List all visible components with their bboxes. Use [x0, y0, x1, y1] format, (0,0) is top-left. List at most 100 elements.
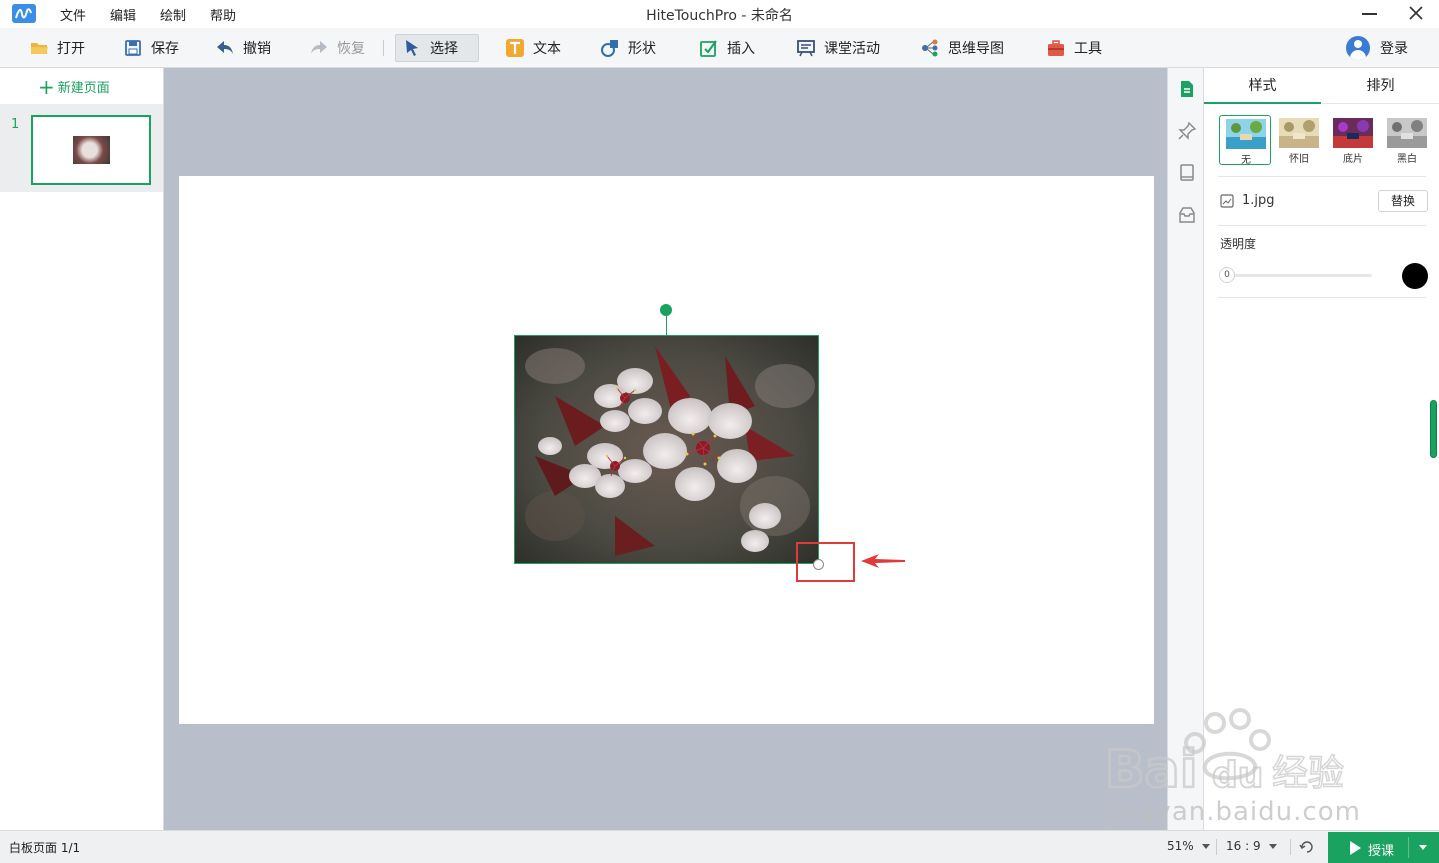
panel-divider: [1218, 297, 1426, 298]
chevron-down-icon[interactable]: [1419, 845, 1427, 850]
filter-negative-label: 底片: [1343, 154, 1363, 165]
menu-draw[interactable]: 绘制: [160, 5, 186, 24]
page-panel: + 新建页面 1: [0, 68, 164, 830]
opacity-slider-knob[interactable]: 0: [1219, 267, 1235, 283]
insert-label: 插入: [727, 41, 755, 57]
insert-button[interactable]: 插入: [692, 34, 762, 62]
save-icon: [123, 38, 143, 58]
chevron-down-icon: [1201, 844, 1210, 849]
select-button[interactable]: 选择: [395, 34, 479, 62]
image-file-row: 1.jpg 替换: [1218, 188, 1428, 214]
undo-button[interactable]: 撤销: [208, 34, 278, 62]
status-divider: [1290, 839, 1291, 855]
rotate-handle[interactable]: [660, 304, 672, 316]
minimize-button[interactable]: [1358, 2, 1382, 24]
start-teaching-button[interactable]: 授课: [1328, 832, 1439, 863]
canvas-area[interactable]: [164, 68, 1167, 830]
book-icon[interactable]: [1177, 163, 1197, 183]
tab-style[interactable]: 样式: [1204, 68, 1321, 104]
filter-none-label: 无: [1241, 155, 1251, 166]
rotate-handle-line: [666, 316, 667, 335]
aspect-ratio-dropdown[interactable]: 16 : 9: [1226, 839, 1277, 853]
page-number: 1: [11, 117, 20, 132]
save-label: 保存: [151, 41, 179, 57]
redo-button[interactable]: 恢复: [302, 34, 372, 62]
panel-scrollbar[interactable]: [1430, 400, 1437, 458]
tab-arrange[interactable]: 排列: [1322, 68, 1439, 104]
new-page-label: 新建页面: [57, 81, 110, 96]
close-button[interactable]: [1404, 2, 1428, 24]
document-style-icon[interactable]: [1177, 79, 1197, 99]
play-icon: [1350, 841, 1361, 855]
board-icon: [796, 38, 816, 58]
menu-help[interactable]: 帮助: [210, 5, 236, 24]
side-icon-strip: [1167, 68, 1204, 830]
classroom-activity-button[interactable]: 课堂活动: [789, 34, 887, 62]
chevron-down-icon: [1268, 844, 1277, 849]
classroom-activity-label: 课堂活动: [824, 41, 880, 57]
text-label: 文本: [533, 41, 561, 57]
menu-edit[interactable]: 编辑: [110, 5, 136, 24]
inbox-icon[interactable]: [1177, 205, 1197, 225]
menu-file[interactable]: 文件: [60, 5, 86, 24]
panel-divider: [1218, 225, 1426, 226]
save-button[interactable]: 保存: [116, 34, 186, 62]
aspect-ratio-value: 16 : 9: [1226, 839, 1261, 853]
page-status-text: 白板页面 1/1: [9, 841, 81, 855]
replace-image-button[interactable]: 替换: [1378, 190, 1428, 212]
select-label: 选择: [430, 41, 458, 57]
text-button[interactable]: 文本: [498, 34, 568, 62]
button-split-divider: [1408, 837, 1409, 858]
open-label: 打开: [57, 41, 85, 57]
flower-photo: [515, 336, 818, 563]
filter-nostalgia-label: 怀旧: [1289, 154, 1309, 165]
insert-icon: [699, 38, 719, 58]
app-logo-icon: [12, 4, 36, 23]
filter-bw-thumbnail: [1387, 118, 1427, 148]
toolbox-icon: [1046, 38, 1066, 58]
filter-bw[interactable]: 黑白: [1381, 115, 1433, 165]
new-page-button[interactable]: + 新建页面: [38, 77, 110, 97]
filter-none[interactable]: 无: [1219, 115, 1271, 166]
tools-button[interactable]: 工具: [1039, 34, 1109, 62]
image-file-icon: [1220, 194, 1234, 208]
whiteboard-slide[interactable]: [179, 176, 1154, 724]
close-icon: [1409, 6, 1423, 20]
filter-bw-label: 黑白: [1397, 154, 1417, 165]
image-file-name: 1.jpg: [1242, 193, 1275, 208]
pin-icon[interactable]: [1177, 121, 1197, 141]
text-icon: [505, 38, 525, 58]
zoom-dropdown[interactable]: 51%: [1167, 839, 1210, 853]
resize-handle[interactable]: [813, 559, 824, 570]
opacity-label: 透明度: [1220, 237, 1257, 251]
opacity-slider-track[interactable]: [1224, 274, 1372, 277]
login-button[interactable]: 登录: [1346, 34, 1408, 62]
undo-arrow-icon: [215, 38, 235, 58]
mindmap-label: 思维导图: [948, 41, 1004, 57]
filter-nostalgia-thumbnail: [1279, 118, 1319, 148]
selected-image[interactable]: [514, 335, 819, 564]
undo-label: 撤销: [243, 41, 271, 57]
filter-nostalgia[interactable]: 怀旧: [1273, 115, 1325, 165]
login-label: 登录: [1380, 41, 1408, 57]
redo-label: 恢复: [337, 41, 365, 57]
status-divider: [1216, 839, 1217, 855]
hand-gesture-icon[interactable]: [1298, 838, 1316, 856]
annotation-highlight-box: [796, 542, 855, 582]
property-panel: 样式 排列 无 怀旧 底片 黑白 1.jpg 替换 透明度 0: [1204, 68, 1439, 830]
shape-icon: [600, 38, 620, 58]
toolbar-divider: [383, 40, 384, 56]
page-list-item[interactable]: 1: [0, 104, 163, 192]
filter-negative[interactable]: 底片: [1327, 115, 1379, 165]
thumbnail-image: [73, 136, 110, 164]
status-bar: 白板页面 1/1 51% 16 : 9 授课: [0, 830, 1439, 863]
user-avatar-icon: [1346, 36, 1370, 60]
shape-label: 形状: [628, 41, 656, 57]
page-thumbnail[interactable]: [31, 115, 151, 185]
open-button[interactable]: 打开: [22, 34, 92, 62]
mindmap-button[interactable]: 思维导图: [913, 34, 1011, 62]
shape-button[interactable]: 形状: [593, 34, 663, 62]
color-swatch[interactable]: [1402, 263, 1428, 289]
annotation-arrow: [861, 554, 905, 568]
mindmap-icon: [920, 38, 940, 58]
